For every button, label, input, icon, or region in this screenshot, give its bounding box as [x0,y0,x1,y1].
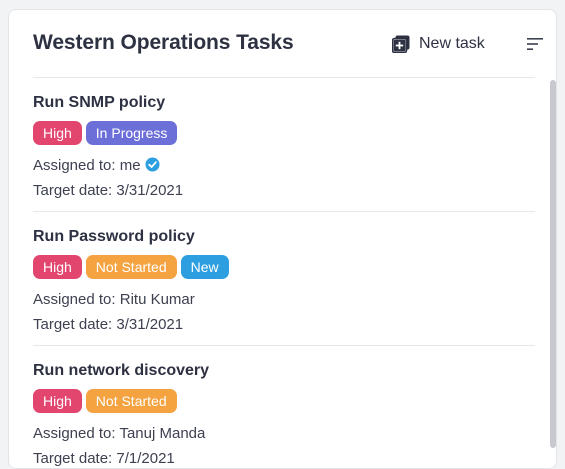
priority-badge: High [33,389,82,413]
target-label: Target date: [33,316,113,333]
verified-check-icon [145,157,160,172]
scrollbar-thumb[interactable] [550,80,556,448]
task-item[interactable]: Run network discovery High Not Started A… [33,346,535,468]
task-name[interactable]: Run SNMP policy [33,94,165,112]
assigned-label: Assigned to: [33,291,116,308]
target-label: Target date: [33,450,113,467]
card-title: Western Operations Tasks [33,31,294,54]
task-name[interactable]: Run network discovery [33,362,209,380]
assigned-value: Ritu Kumar [119,291,195,308]
status-badge: Not Started [85,255,177,279]
filter-lines-icon[interactable] [526,36,544,52]
assigned-to: Assigned to: Tanuj Manda [33,425,205,442]
assigned-value: Tanuj Manda [119,425,206,442]
priority-badge: High [33,121,82,145]
add-square-icon [392,35,410,53]
target-value: 3/31/2021 [116,316,184,333]
assigned-to: Assigned to: Ritu Kumar [33,291,195,308]
target-value: 3/31/2021 [116,182,184,199]
new-task-label: New task [419,35,485,52]
status-badge: In Progress [85,121,178,145]
target-date: Target date: 7/1/2021 [33,450,175,467]
task-badges: High Not Started [33,389,177,413]
priority-badge: High [33,255,82,279]
task-badges: High Not Started New [33,255,229,279]
assigned-label: Assigned to: [33,425,116,442]
assigned-value: me [119,157,141,174]
assigned-to: Assigned to: me [33,157,160,174]
task-name[interactable]: Run Password policy [33,228,195,246]
target-label: Target date: [33,182,113,199]
card-header: Western Operations Tasks New task [9,10,556,78]
new-badge: New [180,255,229,279]
status-badge: Not Started [85,389,177,413]
task-card: Western Operations Tasks New task Run SN… [8,9,557,469]
target-date: Target date: 3/31/2021 [33,182,183,199]
task-item[interactable]: Run SNMP policy High In Progress Assigne… [33,78,535,212]
target-value: 7/1/2021 [116,450,175,467]
target-date: Target date: 3/31/2021 [33,316,183,333]
task-item[interactable]: Run Password policy High Not Started New… [33,212,535,346]
new-task-button[interactable]: New task [392,32,485,56]
assigned-label: Assigned to: [33,157,116,174]
task-list: Run SNMP policy High In Progress Assigne… [9,78,545,468]
task-badges: High In Progress [33,121,178,145]
